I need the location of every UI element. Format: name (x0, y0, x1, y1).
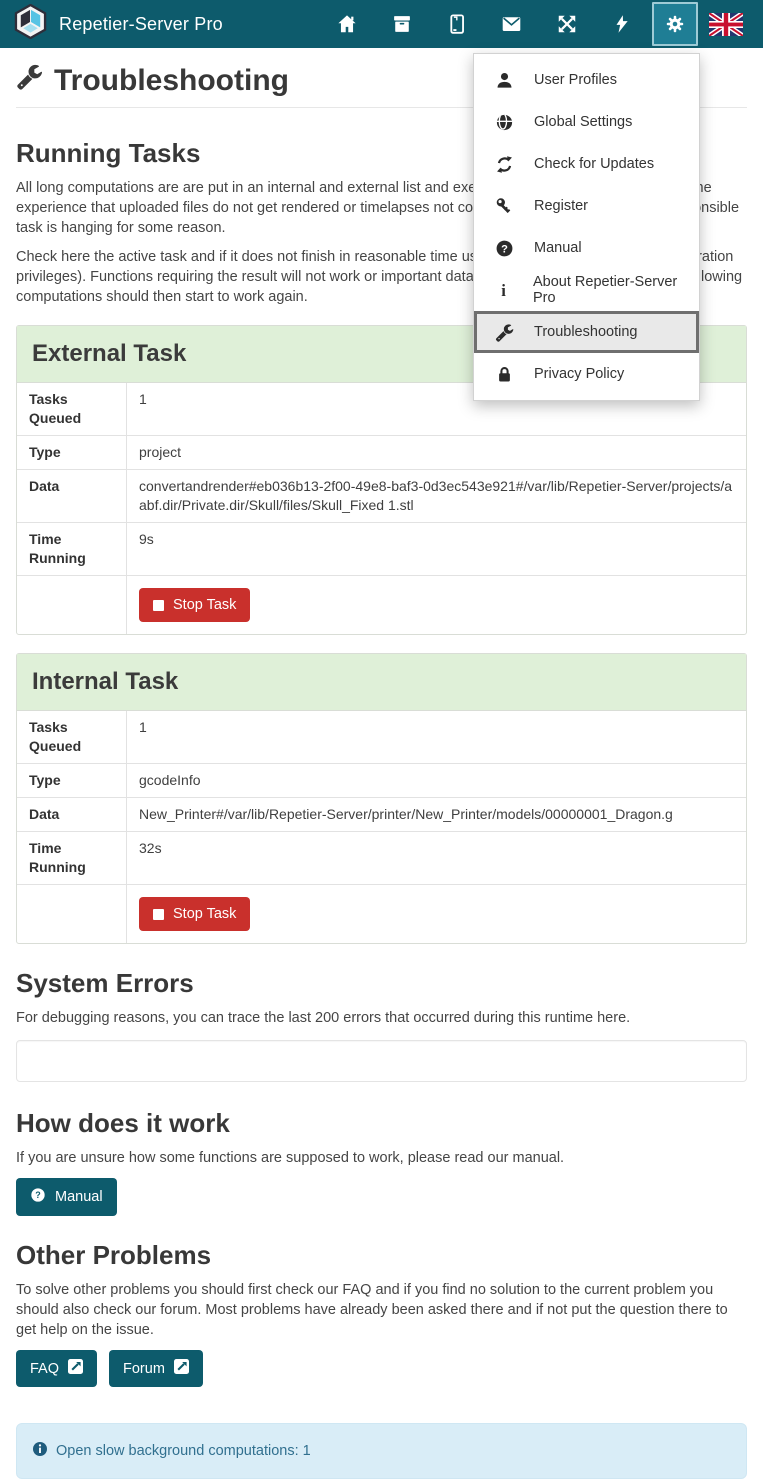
lock-icon (494, 365, 514, 384)
table-row: Stop Task (17, 885, 746, 944)
error-log-well (16, 1040, 747, 1082)
archive-box-icon[interactable] (374, 1, 429, 47)
external-link-icon (68, 1359, 83, 1378)
table-row: Type gcodeInfo (17, 764, 746, 798)
menu-item-check-for-updates[interactable]: Check for Updates (474, 143, 699, 185)
other-problems-heading: Other Problems (16, 1240, 747, 1271)
table-row: Time Running 9s (17, 523, 746, 576)
external-task-table: Tasks Queued 1 Type project Data convert… (17, 383, 746, 634)
home-icon[interactable] (319, 1, 374, 47)
menu-item-privacy-policy[interactable]: Privacy Policy (474, 353, 699, 395)
key-icon (494, 197, 514, 216)
expand-arrows-icon[interactable] (539, 1, 594, 47)
navbar: Repetier-Server Pro (0, 0, 763, 48)
question-circle-icon: ? (30, 1187, 46, 1207)
menu-item-troubleshooting[interactable]: Troubleshooting (474, 311, 699, 353)
mail-icon[interactable] (484, 1, 539, 47)
uk-flag-icon[interactable] (701, 1, 751, 47)
svg-text:?: ? (35, 1190, 41, 1200)
brand-title: Repetier-Server Pro (59, 14, 223, 35)
menu-item-about[interactable]: i About Repetier-Server Pro (474, 269, 699, 311)
table-row: Time Running 32s (17, 832, 746, 885)
stop-icon (153, 600, 164, 611)
nav-icons (319, 1, 751, 47)
other-problems-section: Other Problems To solve other problems y… (16, 1240, 747, 1387)
repetier-logo-icon (14, 4, 47, 44)
stop-external-task-button[interactable]: Stop Task (139, 588, 250, 622)
wrench-icon (16, 63, 43, 98)
info-icon: i (494, 281, 513, 300)
wrench-icon (494, 323, 514, 342)
internal-task-panel: Internal Task Tasks Queued 1 Type gcodeI… (16, 653, 747, 944)
menu-item-manual[interactable]: ? Manual (474, 227, 699, 269)
gear-icon[interactable] (652, 2, 698, 46)
table-row: Data New_Printer#/var/lib/Repetier-Serve… (17, 798, 746, 832)
user-icon (494, 71, 514, 90)
faq-button[interactable]: FAQ (16, 1350, 97, 1387)
internal-task-table: Tasks Queued 1 Type gcodeInfo Data New_P… (17, 711, 746, 943)
bolt-icon[interactable] (594, 1, 649, 47)
how-it-works-heading: How does it work (16, 1108, 747, 1139)
tablet-icon[interactable] (429, 1, 484, 47)
system-errors-section: System Errors For debugging reasons, you… (16, 968, 747, 1082)
system-errors-heading: System Errors (16, 968, 747, 999)
stop-internal-task-button[interactable]: Stop Task (139, 897, 250, 931)
svg-text:?: ? (501, 243, 508, 255)
info-circle-icon (32, 1441, 48, 1461)
manual-button[interactable]: ? Manual (16, 1178, 117, 1216)
menu-item-global-settings[interactable]: Global Settings (474, 101, 699, 143)
system-errors-text: For debugging reasons, you can trace the… (16, 1008, 747, 1028)
stop-icon (153, 909, 164, 920)
question-circle-icon: ? (494, 239, 514, 258)
brand[interactable]: Repetier-Server Pro (14, 4, 223, 44)
globe-icon (494, 113, 514, 132)
table-row: Tasks Queued 1 (17, 711, 746, 764)
svg-text:i: i (501, 281, 506, 300)
settings-menu: User Profiles Global Settings (473, 53, 700, 401)
other-problems-text: To solve other problems you should first… (16, 1280, 747, 1340)
menu-item-user-profiles[interactable]: User Profiles (474, 59, 699, 101)
refresh-icon (494, 155, 514, 174)
background-computations-alert: Open slow background computations: 1 (16, 1423, 747, 1479)
how-it-works-section: How does it work If you are unsure how s… (16, 1108, 747, 1216)
table-row: Type project (17, 436, 746, 470)
external-link-icon (174, 1359, 189, 1378)
internal-task-header: Internal Task (17, 654, 746, 711)
how-it-works-text: If you are unsure how some functions are… (16, 1148, 747, 1168)
menu-item-register[interactable]: Register (474, 185, 699, 227)
table-row: Stop Task (17, 576, 746, 635)
table-row: Data convertandrender#eb036b13-2f00-49e8… (17, 470, 746, 523)
forum-button[interactable]: Forum (109, 1350, 203, 1387)
